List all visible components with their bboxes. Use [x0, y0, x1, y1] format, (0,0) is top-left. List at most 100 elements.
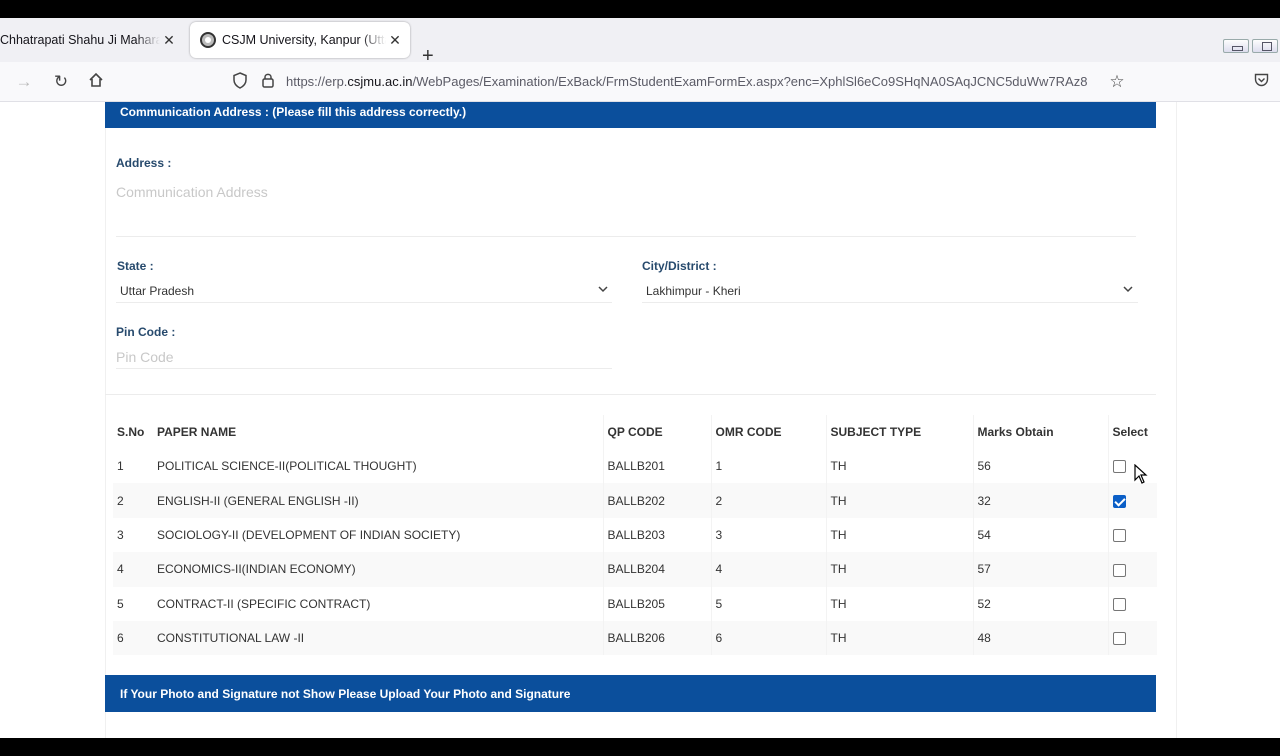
- cell-subject-type: TH: [825, 620, 973, 656]
- url-prefix: https://erp.: [286, 74, 348, 89]
- cell-subject-type: TH: [825, 517, 973, 553]
- minimize-button[interactable]: [1223, 39, 1249, 53]
- cell-paper-name: POLITICAL SCIENCE-II(POLITICAL THOUGHT): [153, 449, 603, 484]
- cell-sno: 2: [113, 483, 153, 518]
- table-row: 1 POLITICAL SCIENCE-II(POLITICAL THOUGHT…: [113, 449, 1157, 484]
- table-row: 3 SOCIOLOGY-II (DEVELOPMENT OF INDIAN SO…: [113, 517, 1157, 553]
- cell-select: [1107, 483, 1157, 518]
- section-divider: [105, 394, 1156, 395]
- section-title: Communication Address : (Please fill thi…: [120, 105, 467, 119]
- cell-sno: 1: [113, 449, 153, 484]
- mouse-cursor-icon: [1134, 464, 1148, 484]
- select-checkbox[interactable]: [1112, 563, 1126, 577]
- pin-code-input[interactable]: Pin Code: [116, 349, 174, 365]
- chevron-down-icon[interactable]: [598, 284, 608, 296]
- state-label: State :: [117, 259, 154, 273]
- close-icon[interactable]: ✕: [160, 32, 178, 49]
- state-select[interactable]: Uttar Pradesh: [120, 284, 194, 298]
- cell-subject-type: TH: [825, 483, 973, 518]
- cell-omr-code: 5: [710, 586, 826, 621]
- cell-marks: 56: [972, 449, 1108, 484]
- photo-signature-header: If Your Photo and Signature not Show Ple…: [105, 675, 1156, 712]
- col-qp-code: QP CODE: [602, 415, 711, 449]
- cell-omr-code: 6: [710, 620, 826, 656]
- pin-code-label: Pin Code :: [116, 325, 176, 339]
- select-checkbox[interactable]: [1112, 494, 1126, 508]
- cell-omr-code: 1: [710, 449, 826, 484]
- address-input[interactable]: Communication Address: [116, 184, 268, 200]
- city-select[interactable]: Lakhimpur - Kheri: [646, 284, 741, 298]
- cell-select: [1107, 620, 1157, 656]
- section-title: If Your Photo and Signature not Show Ple…: [120, 686, 571, 701]
- cell-omr-code: 2: [710, 483, 826, 518]
- cell-omr-code: 4: [710, 552, 826, 587]
- tab-csjmu-inactive[interactable]: Chhatrapati Shahu Ji Maharaj Uni ✕: [0, 22, 184, 58]
- home-icon[interactable]: [86, 72, 106, 93]
- cell-qp-code: BALLB203: [602, 517, 711, 553]
- col-subject-type: SUBJECT TYPE: [825, 415, 973, 449]
- pocket-icon[interactable]: [1251, 72, 1271, 92]
- url-domain: csjmu.ac.in: [347, 74, 413, 89]
- cell-omr-code: 3: [710, 517, 826, 553]
- cell-paper-name: ECONOMICS-II(INDIAN ECONOMY): [153, 552, 603, 587]
- tab-title: CSJM University, Kanpur (Uttar Pradesh): [222, 33, 386, 47]
- reload-icon[interactable]: ↻: [51, 72, 71, 92]
- restore-button[interactable]: [1252, 39, 1278, 53]
- communication-address-header: Communication Address : (Please fill thi…: [105, 102, 1156, 128]
- select-checkbox[interactable]: [1112, 632, 1126, 646]
- col-paper-name: PAPER NAME: [157, 425, 237, 439]
- lock-icon[interactable]: [258, 72, 278, 93]
- table-row: 2 ENGLISH-II (GENERAL ENGLISH -II) BALLB…: [113, 483, 1157, 518]
- city-underline: [642, 302, 1138, 303]
- shield-icon[interactable]: [230, 72, 250, 94]
- select-checkbox[interactable]: [1112, 529, 1126, 543]
- cell-sno: 3: [113, 517, 153, 553]
- university-logo-icon: [200, 32, 216, 48]
- cell-subject-type: TH: [825, 449, 973, 484]
- table-row: 4 ECONOMICS-II(INDIAN ECONOMY) BALLB204 …: [113, 552, 1157, 587]
- address-label: Address :: [116, 156, 172, 170]
- cell-sno: 4: [113, 552, 153, 587]
- cell-marks: 32: [972, 483, 1108, 518]
- tab-strip: Chhatrapati Shahu Ji Maharaj Uni ✕ CSJM …: [0, 18, 1280, 67]
- cell-marks: 48: [972, 620, 1108, 656]
- chevron-down-icon[interactable]: [1123, 284, 1133, 296]
- col-select: Select: [1107, 415, 1157, 449]
- cell-select: [1107, 449, 1157, 484]
- cell-select: [1107, 586, 1157, 621]
- cell-sno: 5: [113, 586, 153, 621]
- col-marks-obtain: Marks Obtain: [972, 415, 1108, 449]
- tab-csjmu-active[interactable]: CSJM University, Kanpur (Uttar Pradesh) …: [190, 22, 410, 58]
- cell-marks: 57: [972, 552, 1108, 587]
- cell-marks: 54: [972, 517, 1108, 553]
- city-label: City/District :: [642, 259, 717, 273]
- select-checkbox[interactable]: [1112, 597, 1126, 611]
- address-underline: [116, 236, 1136, 237]
- table-row: 5 CONTRACT-II (SPECIFIC CONTRACT) BALLB2…: [113, 586, 1157, 621]
- table-header-row: S.No PAPER NAME QP CODE OMR CODE SUBJECT…: [113, 415, 1157, 449]
- cell-qp-code: BALLB202: [602, 483, 711, 518]
- cell-paper-name: CONSTITUTIONAL LAW -II: [153, 620, 603, 656]
- state-underline: [116, 302, 612, 303]
- cell-qp-code: BALLB204: [602, 552, 711, 587]
- cell-qp-code: BALLB205: [602, 586, 711, 621]
- forward-arrow-icon[interactable]: →: [14, 72, 34, 92]
- cell-qp-code: BALLB201: [602, 449, 711, 484]
- cell-select: [1107, 517, 1157, 553]
- cell-sno: 6: [113, 620, 153, 656]
- col-omr-code: OMR CODE: [710, 415, 826, 449]
- cell-subject-type: TH: [825, 552, 973, 587]
- cell-paper-name: SOCIOLOGY-II (DEVELOPMENT OF INDIAN SOCI…: [153, 517, 603, 553]
- bookmark-star-icon[interactable]: ☆: [1107, 72, 1127, 92]
- close-icon[interactable]: ✕: [386, 32, 404, 49]
- page-content: Communication Address : (Please fill thi…: [0, 102, 1280, 738]
- col-sno: S.No: [117, 425, 145, 439]
- table-row: 6 CONSTITUTIONAL LAW -II BALLB206 6 TH 4…: [113, 620, 1157, 656]
- papers-table: S.No PAPER NAME QP CODE OMR CODE SUBJECT…: [113, 415, 1157, 656]
- tab-title: Chhatrapati Shahu Ji Maharaj Uni: [0, 33, 160, 47]
- url-bar[interactable]: https://erp.csjmu.ac.in/WebPages/Examina…: [286, 74, 1098, 89]
- top-black-border: [0, 0, 1280, 18]
- url-path: /WebPages/Examination/ExBack/FrmStudentE…: [412, 74, 1088, 89]
- select-checkbox[interactable]: [1112, 460, 1126, 474]
- cell-paper-name: ENGLISH-II (GENERAL ENGLISH -II): [153, 483, 603, 518]
